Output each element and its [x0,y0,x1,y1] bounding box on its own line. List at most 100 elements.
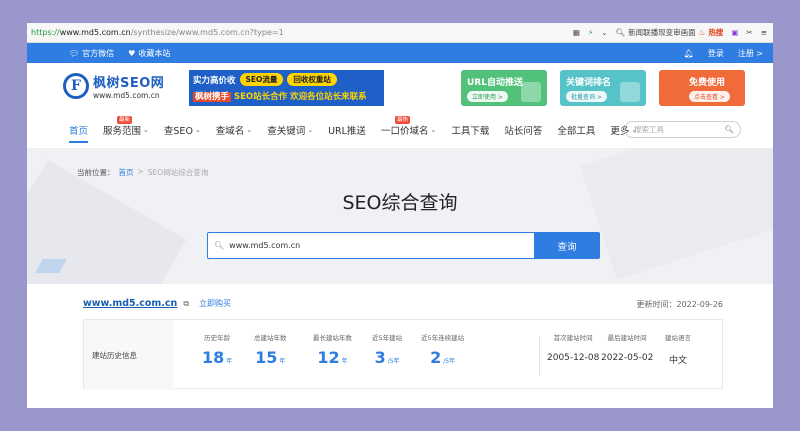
url-scheme: https:// [31,28,60,37]
banner-ad[interactable]: 实力高价收 SEO流量 回收权重站 枫树携手 SEO站长合作 欢迎各位站长来联系 [189,70,384,106]
nav-item[interactable]: 查域名 ⌄ [216,111,252,149]
updated-time: 更新时间：2022-09-26 [637,299,724,310]
promo-keyword-rank[interactable]: 关键词排名 批量查询 > [560,70,646,106]
bell-icon[interactable]: 🔔︎ [684,49,694,58]
nav-item[interactable]: 站长问答 [504,111,542,149]
chevron-down-icon: ⌄ [246,126,253,134]
history-panel: 建站历史信息 历史年龄 18 年总建站年数 15 年最长建站年数 12 年近5年建站 3/5年… [83,319,723,390]
tool-search-placeholder: 搜索工具 [634,125,664,134]
grid-icon[interactable]: ▦ [573,28,580,37]
wechat-link[interactable]: 💬︎ 官方微信 [69,48,114,59]
hero-section: 当前位置： 首页 > SEO网站综合查询 SEO综合查询 🔍︎ www.md5.… [27,149,773,284]
news-search[interactable]: 🔍︎ 新闻联播现变审画面 ♨ 热搜 [616,27,724,38]
page-title: SEO综合查询 [342,192,458,214]
nav-item[interactable]: 首页 [69,111,89,149]
banner-pill-weight: 回收权重站 [287,73,337,86]
fire-icon: ♨ [698,28,706,37]
nav-item[interactable]: 服务范围 ⌄ 最新 [103,111,149,149]
stat-value-wrap: 18 年 [202,348,232,367]
stat-key: 最长建站年数 [313,334,352,342]
url-icon [521,82,541,102]
stat-key: 近5年建站 [372,334,403,342]
domain-search-input[interactable]: 🔍︎ www.md5.com.cn [207,232,534,259]
history-label: 建站历史信息 [84,320,174,390]
stat-unit: 年 [341,358,348,365]
promo-button[interactable]: 立即使用 > [467,91,508,102]
copy-icon[interactable]: ⧉ [183,299,189,309]
nav-item[interactable]: URL推送 [328,111,366,149]
query-button[interactable]: 查询 [534,232,600,259]
date-value: 2005-12-08 [547,353,600,363]
banner-highlight: 枫树携手 [193,92,232,102]
updated-label: 更新时间： [636,300,677,309]
stat-key: 历史年龄 [204,334,231,342]
bookmark-link[interactable]: ♥ 收藏本站 [128,48,170,59]
history-date: 建站语言 中文 [665,332,691,366]
site-logo[interactable]: F 枫树SEO网 www.md5.com.cn [63,72,164,100]
site-header: F 枫树SEO网 www.md5.com.cn 实力高价收 SEO流量 回收权重… [27,63,773,111]
nav-item[interactable]: 工具下载 [451,111,489,149]
date-value: 2022-05-02 [601,353,654,363]
chevron-down-icon[interactable]: ⌄ [601,28,607,37]
breadcrumb-prefix: 当前位置： [77,168,115,177]
buy-now-link[interactable]: 立即购买 [199,298,231,309]
hot-label: 热搜 [708,28,724,37]
search-icon: 🔍︎ [615,28,626,37]
history-stat: 近5年建站 3/5年 [372,332,402,367]
breadcrumb-current: SEO网站综合查询 [147,168,209,177]
stat-unit: /5年 [443,358,456,365]
domain-search-value: www.md5.com.cn [229,241,301,250]
search-icon: 🔍︎ [724,125,734,134]
login-link[interactable]: 登录 [708,48,724,59]
promo-free-use[interactable]: 免费使用 点击查看 > [659,70,745,106]
register-link[interactable]: 注册 > [738,48,763,59]
search-icon: 🔍︎ [214,241,225,250]
history-date: 首次建站时间 2005-12-08 [547,332,599,363]
tool-search-input[interactable]: 搜索工具 🔍︎ [624,121,741,138]
logo-name: 枫树SEO网 [93,76,165,91]
promo-button[interactable]: 点击查看 > [689,91,730,102]
url-path: /synthesize/www.md5.com.cn?type=1 [130,28,284,37]
result-domain-link[interactable]: www.md5.com.cn [83,298,177,309]
extension-icon[interactable]: ▣ [731,28,738,37]
promo-title: 免费使用 [689,78,726,88]
banner-headline: 实力高价收 [193,75,236,86]
nav-item-label: 查域名 [215,126,245,137]
url-field[interactable]: https://www.md5.com.cn/synthesize/www.md… [31,28,573,37]
nav-badge: 最新 [117,116,133,124]
breadcrumb: 当前位置： 首页 > SEO网站综合查询 [77,167,208,178]
nav-item-label: 首页 [69,126,89,137]
stat-value: 18 [202,348,225,367]
stat-value: 15 [255,348,278,367]
promo-url-push[interactable]: URL自动推送 立即使用 > [461,70,547,106]
history-stat: 近5年连续建站 2/5年 [421,332,464,367]
chevron-down-icon: ⌄ [143,126,149,134]
address-bar[interactable]: https://www.md5.com.cn/synthesize/www.md… [27,23,773,43]
divider [539,336,540,376]
bookmark-label: 收藏本站 [138,48,171,58]
scissors-icon[interactable]: ✂ [746,28,752,37]
nav-item[interactable]: 一口价域名 ⌄ 最热 [381,111,436,149]
bar-chart-icon [620,82,640,102]
history-date: 最后建站时间 2022-05-02 [601,332,653,363]
menu-icon[interactable]: ≡ [761,28,767,37]
stat-value-wrap: 2/5年 [421,348,464,367]
lightning-icon[interactable]: ⚡ [588,28,593,37]
nav-item[interactable]: 全部工具 [557,111,595,149]
breadcrumb-home[interactable]: 首页 [119,167,134,178]
promo-button[interactable]: 批量查询 > [566,91,607,102]
wechat-label: 官方微信 [82,48,115,58]
logo-sub: www.md5.com.cn [93,91,160,100]
wechat-icon: 💬︎ [69,48,80,58]
nav-item[interactable]: 查关键词 ⌄ [267,111,313,149]
stat-unit: 年 [279,358,286,365]
stat-key: 近5年连续建站 [421,334,465,342]
stat-unit: /5年 [387,358,400,365]
stat-value: 12 [317,348,340,367]
nav-item-label: 查关键词 [267,126,306,137]
nav-item[interactable]: 查SEO ⌄ [164,111,201,149]
stat-value: 3 [374,348,386,367]
chevron-down-icon: ⌄ [430,126,437,134]
nav-item-label: 查SEO [163,126,193,137]
promo-title: 关键词排名 [566,78,612,88]
